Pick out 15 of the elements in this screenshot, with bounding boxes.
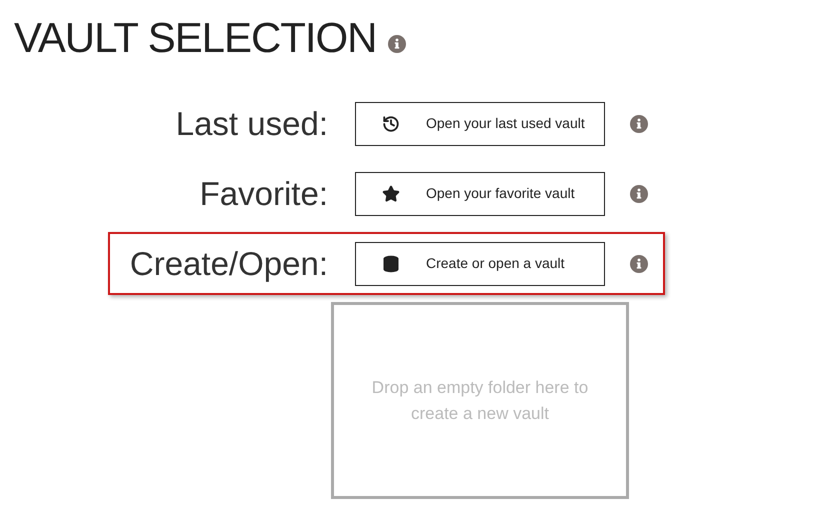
info-icon[interactable] xyxy=(630,114,648,132)
database-icon xyxy=(382,254,400,272)
vault-button[interactable]: Create or open a vault xyxy=(355,242,605,286)
info-icon[interactable] xyxy=(388,35,406,53)
drop-zone-text: Drop an empty folder here to create a new vault xyxy=(370,376,590,424)
row-label: Create/Open: xyxy=(128,247,328,280)
row-label: Last used: xyxy=(174,107,328,140)
info-icon[interactable] xyxy=(630,184,648,202)
page-title: VAULT SELECTION xyxy=(14,17,376,59)
info-icon[interactable] xyxy=(630,254,648,272)
vault-button[interactable]: Open your favorite vault xyxy=(355,172,605,216)
row-label: Favorite: xyxy=(198,177,328,210)
star-icon xyxy=(382,184,400,202)
history-icon xyxy=(382,114,400,132)
vault-button[interactable]: Open your last used vault xyxy=(355,102,605,146)
